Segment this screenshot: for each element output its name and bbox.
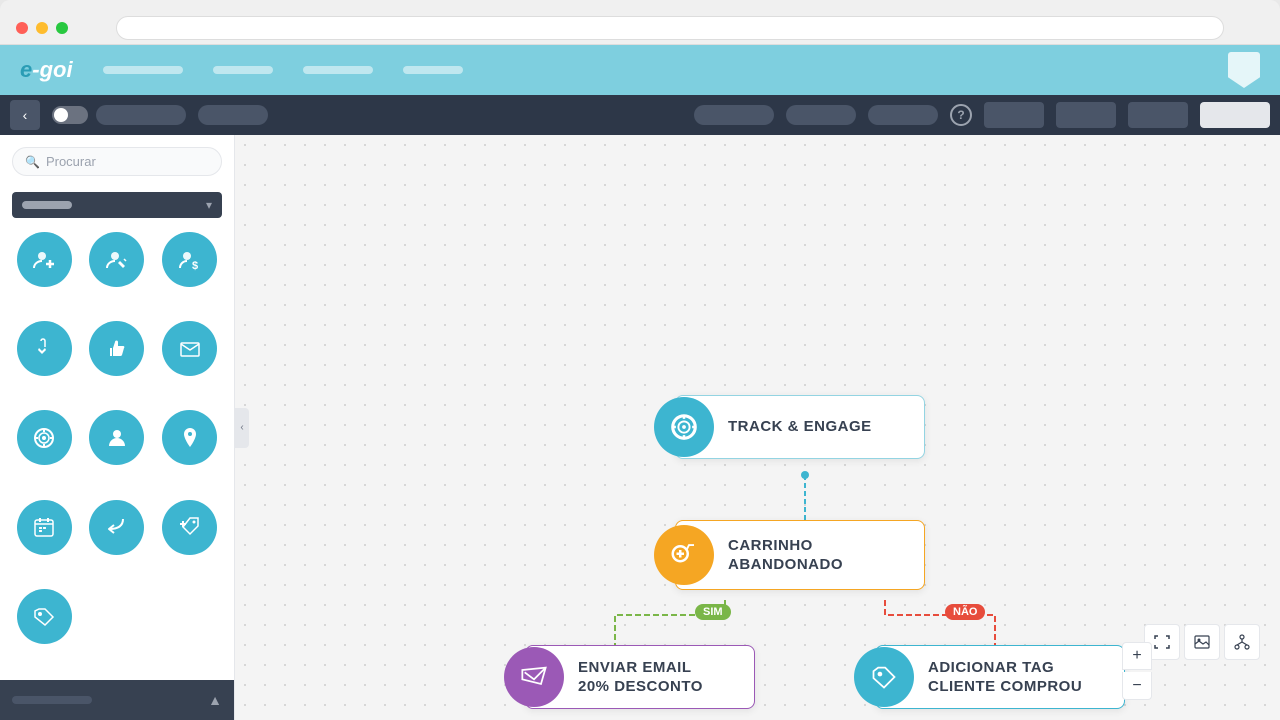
maximize-dot[interactable] (56, 22, 68, 34)
edit-contact-icon[interactable] (89, 232, 144, 287)
action-btn-2[interactable] (1056, 102, 1116, 128)
footer-bar (12, 696, 92, 704)
toggle-wrap (52, 105, 186, 125)
sidebar-footer: ▲ (0, 680, 234, 720)
yes-badge: SIM (695, 602, 731, 620)
svg-text:$: $ (192, 260, 198, 272)
view-controls (1144, 624, 1260, 660)
cart-node[interactable]: CARRINHO ABANDONADO (675, 520, 925, 590)
address-bar[interactable] (116, 16, 1224, 40)
browser-chrome (0, 0, 1280, 45)
email-node-label: ENVIAR EMAIL 20% DESCONTO (564, 650, 723, 705)
tag-add-icon[interactable] (162, 500, 217, 555)
close-dot[interactable] (16, 22, 28, 34)
action-btn-1[interactable] (984, 102, 1044, 128)
no-badge: NÃO (945, 602, 985, 620)
nav-pill-2[interactable] (694, 105, 774, 125)
canvas-area[interactable]: ‹ (235, 135, 1280, 720)
cart-label: CARRINHO ABANDONADO (714, 528, 863, 583)
money-contact-icon[interactable]: $ (162, 232, 217, 287)
secondary-nav: ‹ ? (0, 95, 1280, 135)
app-wrapper: e-goi ‹ ? 🔍 Procurar (0, 45, 1280, 720)
help-button[interactable]: ? (950, 104, 972, 126)
footer-chevron-up-icon[interactable]: ▲ (208, 692, 222, 708)
logo: e-goi (20, 57, 73, 83)
tag-icon[interactable] (17, 589, 72, 644)
nav-item-3[interactable] (303, 66, 373, 74)
zoom-controls: + − (1122, 642, 1152, 700)
toggle-switch[interactable] (52, 106, 88, 124)
icon-grid: $ (0, 222, 234, 680)
nav-item-4[interactable] (403, 66, 463, 74)
email-node-icon (504, 647, 564, 707)
track-engage-icon[interactable] (17, 410, 72, 465)
toggle-label (96, 105, 186, 125)
interact-icon[interactable] (17, 321, 72, 376)
email-icon[interactable] (162, 321, 217, 376)
minimize-dot[interactable] (36, 22, 48, 34)
add-contact-icon[interactable] (17, 232, 72, 287)
category-header[interactable]: ▾ (12, 192, 222, 218)
nav-pill-3[interactable] (786, 105, 856, 125)
main-content: 🔍 Procurar ▾ (0, 135, 1280, 720)
email-node[interactable]: ENVIAR EMAIL 20% DESCONTO (525, 645, 755, 709)
action-btn-3[interactable] (1128, 102, 1188, 128)
tree-view-button[interactable] (1224, 624, 1260, 660)
track-engage-label: TRACK & ENGAGE (714, 409, 892, 445)
like-icon[interactable] (89, 321, 144, 376)
nav-item-1[interactable] (103, 66, 183, 74)
image-view-button[interactable] (1184, 624, 1220, 660)
nav-item-2[interactable] (213, 66, 273, 74)
tag-node[interactable]: ADICIONAR TAG CLIENTE COMPROU (875, 645, 1125, 709)
nav-pill-1[interactable] (198, 105, 268, 125)
chevron-down-icon: ▾ (206, 198, 212, 212)
tag-node-icon (854, 647, 914, 707)
collapse-handle[interactable]: ‹ (235, 408, 249, 448)
track-engage-node-icon (654, 397, 714, 457)
sidebar: 🔍 Procurar ▾ (0, 135, 235, 720)
top-nav: e-goi (0, 45, 1280, 95)
search-box[interactable]: 🔍 Procurar (12, 147, 222, 176)
zoom-out-button[interactable]: − (1122, 672, 1152, 700)
publish-button[interactable] (1200, 102, 1270, 128)
search-icon: 🔍 (25, 155, 40, 169)
back-button[interactable]: ‹ (10, 100, 40, 130)
reply-icon[interactable] (89, 500, 144, 555)
category-label (22, 201, 72, 209)
person-icon[interactable] (89, 410, 144, 465)
search-input[interactable]: Procurar (46, 154, 96, 169)
calendar-icon[interactable] (17, 500, 72, 555)
avatar[interactable] (1228, 52, 1260, 88)
tag-node-label: ADICIONAR TAG CLIENTE COMPROU (914, 650, 1102, 705)
location-icon[interactable] (162, 410, 217, 465)
cart-node-icon (654, 525, 714, 585)
track-engage-node[interactable]: TRACK & ENGAGE (675, 395, 925, 459)
nav-pill-4[interactable] (868, 105, 938, 125)
zoom-in-button[interactable]: + (1122, 642, 1152, 670)
